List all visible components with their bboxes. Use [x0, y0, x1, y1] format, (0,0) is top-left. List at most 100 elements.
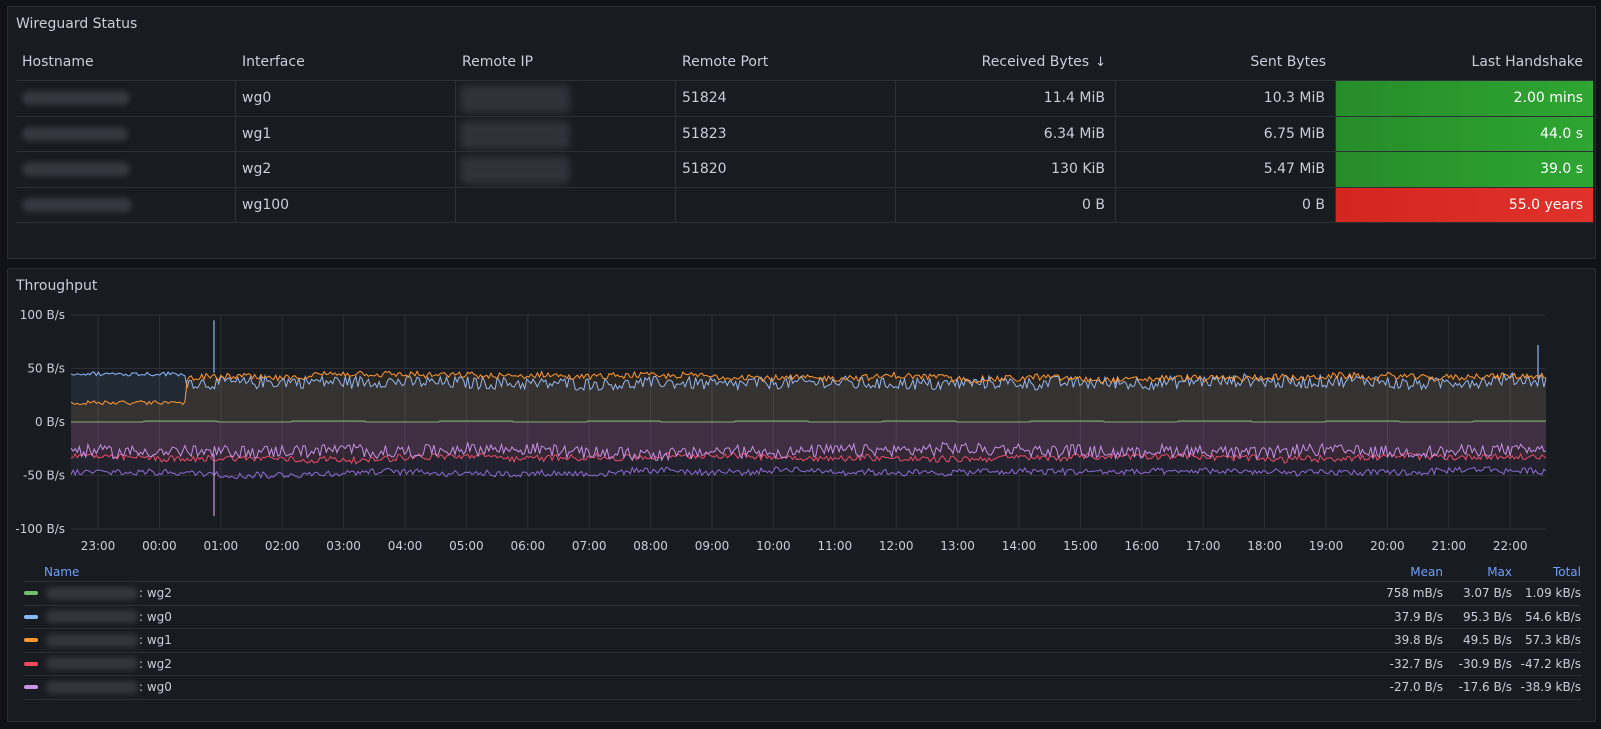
x-tick-label: 07:00	[572, 539, 607, 553]
redacted-ip	[460, 85, 570, 113]
col-interface[interactable]: Interface	[236, 51, 456, 80]
cell-received-bytes: 11.4 MiB	[896, 81, 1116, 116]
panel-title[interactable]: Wireguard Status	[16, 16, 137, 32]
x-tick-label: 22:00	[1493, 539, 1528, 553]
status-table: Hostname Interface Remote IP Remote Port…	[16, 51, 1593, 223]
legend-row[interactable]: : wg2 -32.7 B/s -30.9 B/s -47.2 kB/s	[24, 653, 1581, 676]
chart-legend: Name Mean Max Total : wg2 758 mB/s 3.07 B/…	[24, 564, 1581, 700]
cell-remote-port	[676, 187, 896, 222]
redacted-ip	[460, 120, 570, 149]
legend-label: : wg2	[139, 586, 172, 601]
legend-row[interactable]: : wg0 37.9 B/s 95.3 B/s 54.6 kB/s	[24, 606, 1581, 629]
legend-total: 54.6 kB/s	[1524, 609, 1581, 624]
col-received-label: Received Bytes	[981, 54, 1090, 70]
y-tick-label: 50 B/s	[27, 362, 65, 376]
x-tick-label: 12:00	[879, 539, 914, 553]
cell-remote-port: 51824	[676, 81, 896, 116]
legend-label: : wg2	[139, 656, 172, 671]
series-color-swatch	[24, 614, 38, 619]
series-color-swatch	[24, 591, 38, 596]
x-tick-label: 11:00	[818, 539, 853, 553]
y-tick-label: -100 B/s	[15, 522, 65, 536]
legend-col-max[interactable]: Max	[1443, 564, 1512, 581]
x-tick-label: 10:00	[756, 539, 791, 553]
col-hostname[interactable]: Hostname	[16, 51, 236, 80]
legend-mean: -32.7 B/s	[1389, 656, 1443, 671]
legend-total: 57.3 kB/s	[1524, 633, 1581, 648]
col-sent-bytes[interactable]: Sent Bytes	[1116, 51, 1336, 80]
legend-mean: -27.0 B/s	[1389, 680, 1443, 695]
legend-max: 95.3 B/s	[1462, 609, 1512, 624]
cell-remote-ip	[456, 116, 676, 151]
x-tick-label: 01:00	[204, 539, 239, 553]
redacted-hostname	[22, 126, 128, 141]
table-header: Hostname Interface Remote IP Remote Port…	[16, 51, 1593, 81]
redacted-hostname	[46, 680, 138, 694]
legend-col-name[interactable]: Name	[24, 564, 1374, 581]
cell-hostname	[16, 116, 236, 151]
series-color-swatch	[24, 685, 38, 690]
col-remote-ip[interactable]: Remote IP	[456, 51, 676, 80]
cell-remote-ip	[456, 187, 676, 222]
x-tick-label: 13:00	[940, 539, 975, 553]
cell-sent-bytes: 10.3 MiB	[1116, 81, 1336, 116]
legend-header: Name Mean Max Total	[24, 564, 1581, 582]
legend-max: 49.5 B/s	[1462, 633, 1512, 648]
legend-series-name: : wg2	[24, 657, 1374, 671]
panel-title[interactable]: Throughput	[16, 278, 97, 294]
legend-mean: 39.8 B/s	[1393, 633, 1443, 648]
col-last-handshake[interactable]: Last Handshake	[1336, 51, 1593, 80]
legend-row[interactable]: : wg1 39.8 B/s 49.5 B/s 57.3 kB/s	[24, 629, 1581, 653]
x-tick-label: 20:00	[1370, 539, 1405, 553]
x-tick-label: 00:00	[142, 539, 177, 553]
x-tick-label: 02:00	[265, 539, 300, 553]
x-tick-label: 17:00	[1186, 539, 1221, 553]
y-tick-label: 0 B/s	[35, 415, 65, 429]
redacted-hostname	[46, 586, 138, 600]
x-tick-label: 21:00	[1432, 539, 1467, 553]
legend-body: : wg2 758 mB/s 3.07 B/s 1.09 kB/s : wg0 37.9 …	[24, 582, 1581, 700]
redacted-hostname	[46, 633, 138, 647]
x-tick-label: 23:00	[81, 539, 116, 553]
cell-last-handshake: 2.00 mins	[1336, 81, 1593, 116]
cell-last-handshake: 39.0 s	[1336, 152, 1593, 187]
legend-label: : wg0	[139, 680, 172, 695]
legend-col-total[interactable]: Total	[1512, 564, 1581, 581]
cell-sent-bytes: 5.47 MiB	[1116, 152, 1336, 187]
throughput-panel: Throughput 100 B/s 50 B/s 0 B/s -50 B/s -100…	[7, 268, 1596, 722]
sort-desc-icon: ↓	[1095, 55, 1106, 70]
series-color-swatch	[24, 638, 38, 643]
legend-total: -38.9 kB/s	[1520, 680, 1581, 695]
legend-series-name: : wg2	[24, 586, 1374, 600]
cell-interface: wg100	[236, 187, 456, 222]
redacted-hostname	[22, 197, 132, 212]
legend-series-name: : wg0	[24, 680, 1374, 694]
series-color-swatch	[24, 661, 38, 666]
x-tick-label: 06:00	[511, 539, 546, 553]
x-tick-label: 14:00	[1002, 539, 1037, 553]
legend-row[interactable]: : wg0 -27.0 B/s -17.6 B/s -38.9 kB/s	[24, 676, 1581, 700]
table-row: wg0 51824 11.4 MiB 10.3 MiB 2.00 mins	[16, 81, 1593, 117]
x-tick-label: 03:00	[326, 539, 361, 553]
legend-label: : wg0	[139, 609, 172, 624]
cell-last-handshake: 44.0 s	[1336, 116, 1593, 151]
cell-hostname	[16, 152, 236, 187]
x-tick-label: 05:00	[449, 539, 484, 553]
throughput-chart[interactable]: 100 B/s 50 B/s 0 B/s -50 B/s -100 B/s 23:00 00…	[8, 299, 1595, 567]
legend-series-name: : wg1	[24, 633, 1374, 647]
cell-remote-port: 51823	[676, 116, 896, 151]
cell-hostname	[16, 187, 236, 222]
legend-total: 1.09 kB/s	[1524, 586, 1581, 601]
legend-label: : wg1	[139, 633, 172, 648]
redacted-hostname	[46, 657, 138, 671]
x-tick-label: 09:00	[695, 539, 730, 553]
legend-mean: 37.9 B/s	[1393, 609, 1443, 624]
cell-remote-ip	[456, 81, 676, 116]
col-remote-port[interactable]: Remote Port	[676, 51, 896, 80]
x-tick-label: 15:00	[1063, 539, 1098, 553]
legend-row[interactable]: : wg2 758 mB/s 3.07 B/s 1.09 kB/s	[24, 582, 1581, 606]
col-received-bytes[interactable]: Received Bytes ↓	[896, 51, 1116, 80]
legend-col-mean[interactable]: Mean	[1374, 564, 1443, 581]
redacted-ip	[460, 156, 570, 184]
cell-remote-port: 51820	[676, 152, 896, 187]
